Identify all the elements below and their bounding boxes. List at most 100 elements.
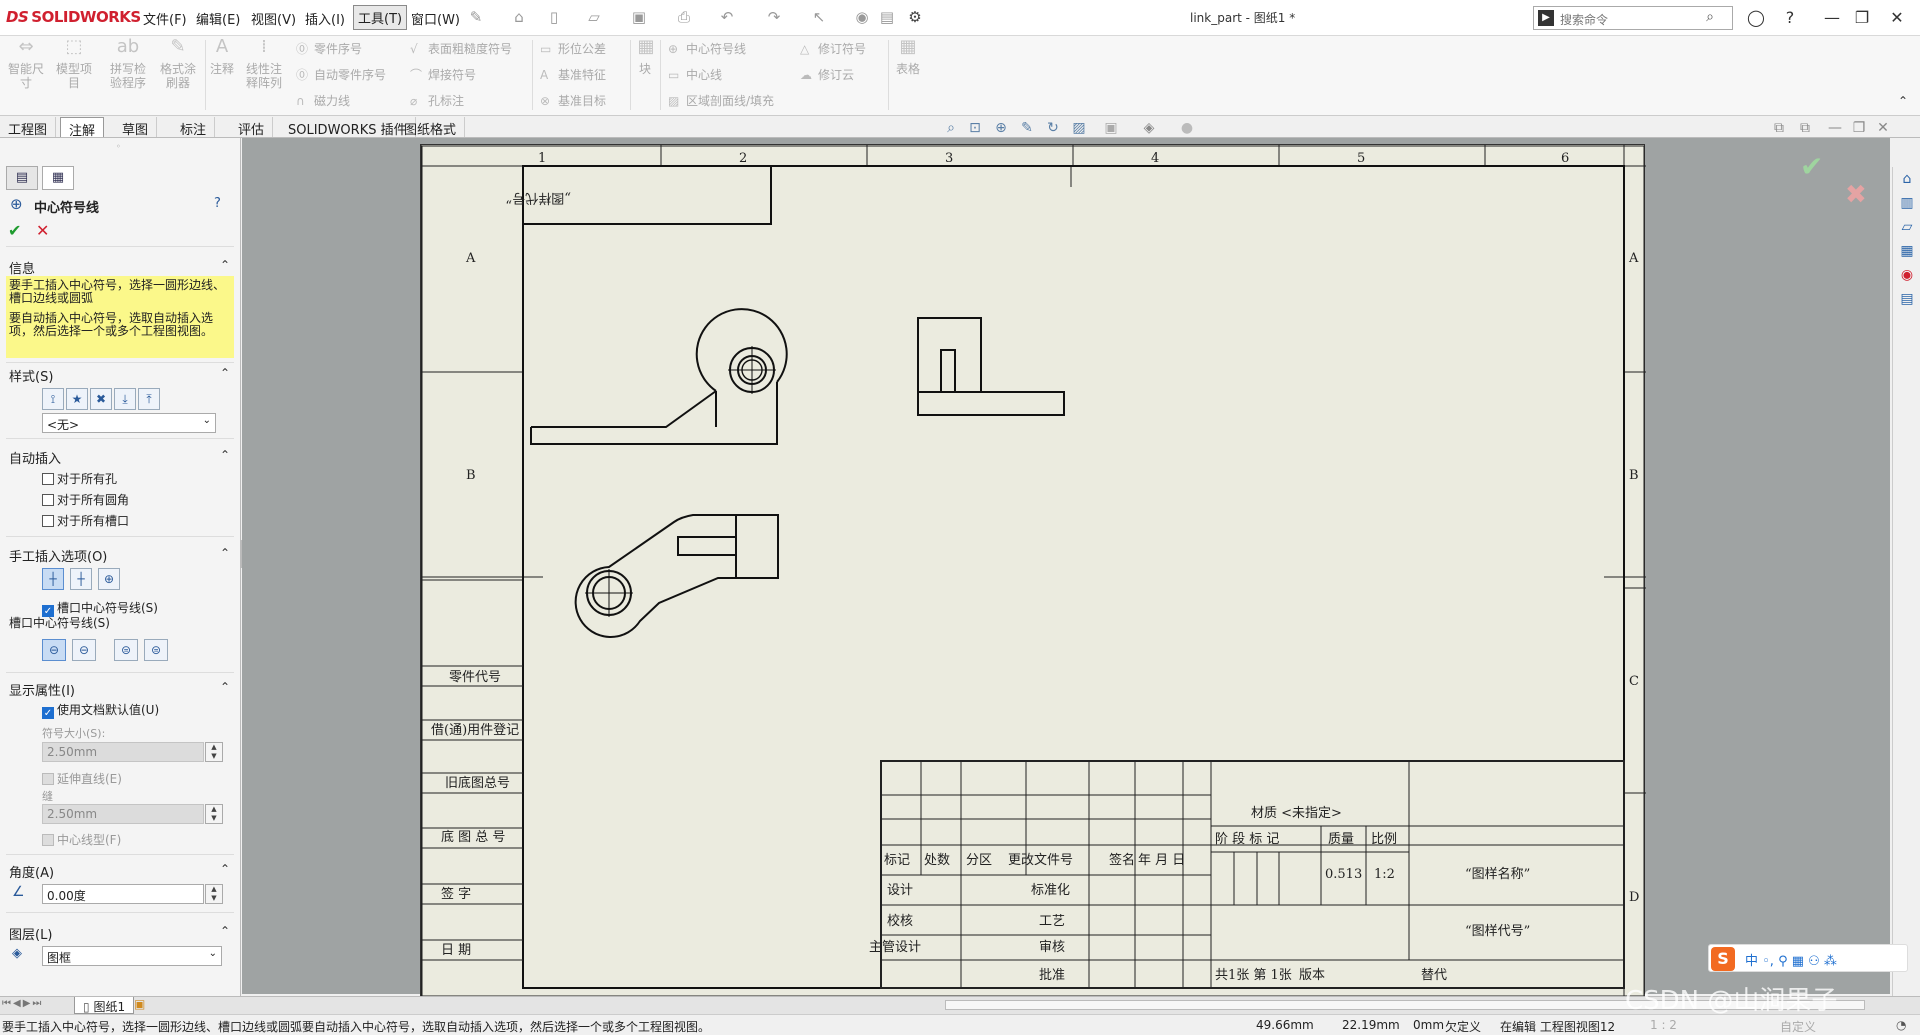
drawing-sheet[interactable]: 1 2 3 4 5 6 A B A B C D „图样代号” 零件代号 借(通)… — [420, 144, 1646, 998]
tab-property-manager[interactable]: ▦ — [42, 166, 74, 190]
menu-file[interactable]: 文件(F) — [143, 9, 187, 28]
hide-show-icon[interactable]: ◈ — [1140, 119, 1158, 137]
mark-size-spinner[interactable]: ▲ ▼ — [205, 742, 223, 762]
pin-icon[interactable]: ✎ — [467, 8, 485, 26]
style-save-icon[interactable]: ⤓ — [114, 388, 136, 410]
doc-minimize-icon[interactable]: — — [1826, 119, 1844, 137]
new-icon[interactable]: ▯ — [545, 8, 563, 26]
file-explorer-icon[interactable]: ▱ — [1897, 217, 1917, 237]
panel-handle[interactable]: ◦ — [116, 142, 121, 151]
style-apply-icon[interactable]: ⟟ — [42, 388, 64, 410]
tab-sketch[interactable]: 草图 — [114, 117, 158, 138]
close-icon[interactable]: ✕ — [1885, 6, 1909, 30]
format-painter-button[interactable]: ✎ 格式涂刷器 — [156, 38, 200, 91]
checkbox-use-doc-defaults[interactable]: ✓ 使用文档默认值(U) — [42, 701, 159, 719]
tab-drawing[interactable]: 工程图 — [0, 117, 57, 138]
mark-size-input[interactable]: 2.50mm — [42, 742, 204, 762]
restore-icon[interactable]: ❐ — [1850, 6, 1874, 30]
doc-restore-icon[interactable]: ❐ — [1850, 119, 1868, 137]
rebuild-icon[interactable]: ◉ — [853, 8, 871, 26]
menu-edit[interactable]: 编辑(E) — [196, 9, 240, 28]
home-resources-icon[interactable]: ⌂ — [1897, 169, 1917, 189]
view-settings-icon[interactable]: ▨ — [1070, 119, 1088, 137]
cancel-button[interactable]: ✕ — [36, 221, 49, 240]
sheet-nav-arrows[interactable]: ⏮◀▶⏭ — [2, 998, 43, 1009]
checkbox-centerline-font[interactable]: 中心线型(F) — [42, 831, 121, 848]
menu-insert[interactable]: 插入(I) — [305, 9, 345, 28]
style-select[interactable]: <无> ⌄ — [42, 413, 216, 433]
style-load-icon[interactable]: ⤒ — [138, 388, 160, 410]
confirm-corner-ok-icon[interactable]: ✔ — [1800, 150, 1823, 183]
angle-collapse-icon[interactable]: ⌃ — [220, 862, 230, 876]
search-input[interactable]: 搜索命令 — [1560, 11, 1608, 28]
info-collapse-icon[interactable]: ⌃ — [220, 258, 230, 272]
zoom-area-icon[interactable]: ⊡ — [966, 119, 984, 137]
auto-balloon-button[interactable]: ⓪ 自动零件序号 — [296, 66, 386, 83]
table-button[interactable]: ▦ 表格 — [894, 38, 922, 77]
centerline-button[interactable]: ▭ 中心线 — [668, 66, 722, 83]
checkbox-all-slots[interactable]: 对于所有槽口 — [42, 512, 129, 529]
auto-insert-collapse-icon[interactable]: ⌃ — [220, 448, 230, 462]
layer-header[interactable]: 图层(L) — [9, 924, 52, 943]
linear-note-pattern-button[interactable]: ⁞ 线性注释阵列 — [242, 38, 286, 91]
undo-icon[interactable]: ↶ — [718, 8, 736, 26]
display-style-icon[interactable]: ▣ — [1102, 119, 1120, 137]
options-icon[interactable]: ⚙ — [906, 8, 924, 26]
tooltip-icon[interactable]: ◔ — [1896, 1018, 1906, 1032]
style-header[interactable]: 样式(S) — [9, 366, 53, 385]
note-button[interactable]: A 注释 — [208, 38, 236, 77]
gap-input[interactable]: 2.50mm — [42, 804, 204, 824]
surface-finish-button[interactable]: √ 表面粗糙度符号 — [410, 40, 512, 57]
search-icon[interactable]: ⌕ — [1706, 9, 1714, 25]
auto-insert-header[interactable]: 自动插入 — [9, 448, 61, 467]
menu-view[interactable]: 视图(V) — [251, 9, 296, 28]
home-icon[interactable]: ⌂ — [510, 8, 528, 26]
geometric-tolerance-button[interactable]: ▭ 形位公差 — [540, 40, 606, 57]
menu-window[interactable]: 窗口(W) — [411, 9, 460, 28]
spell-checker-button[interactable]: ab 拼写检验程序 — [106, 38, 150, 91]
manual-options-header[interactable]: 手工插入选项(O) — [9, 546, 107, 565]
save-icon[interactable]: ▣ — [630, 8, 648, 26]
appearances-icon[interactable]: ◉ — [1897, 265, 1917, 285]
status-scale[interactable]: 1 : 2 — [1650, 1018, 1677, 1032]
hole-callout-button[interactable]: ⌀ 孔标注 — [410, 92, 464, 109]
datum-target-button[interactable]: ⊗ 基准目标 — [540, 92, 606, 109]
tab-annotation[interactable]: 注解 — [60, 117, 105, 139]
area-hatch-button[interactable]: ▨ 区域剖面线/填充 — [668, 92, 774, 109]
revision-symbol-button[interactable]: △ 修订符号 — [800, 40, 866, 57]
appearance-icon[interactable]: ● — [1178, 119, 1196, 137]
collapse-ribbon-icon[interactable]: ⌃ — [1898, 94, 1908, 108]
user-icon[interactable]: ◯ — [1744, 6, 1768, 30]
zoom-fit-icon[interactable]: ⌕ — [942, 119, 960, 137]
style-add-icon[interactable]: ★ — [66, 388, 88, 410]
checkbox-all-fillets[interactable]: 对于所有圆角 — [42, 491, 129, 508]
revision-cloud-button[interactable]: ☁ 修订云 — [800, 66, 854, 83]
center-mark-button[interactable]: ⊕ 中心符号线 — [668, 40, 746, 57]
datum-feature-button[interactable]: A 基准特征 — [540, 66, 606, 83]
checkbox-extend-lines[interactable]: 延伸直线(E) — [42, 770, 122, 787]
circular-center-mark-icon[interactable]: ⊕ — [98, 568, 120, 590]
select-icon[interactable]: ↖ — [810, 8, 828, 26]
add-sheet-icon[interactable]: ▣ — [134, 997, 145, 1011]
info-header[interactable]: 信息 — [9, 258, 35, 277]
tab-feature-tree[interactable]: ▤ — [6, 166, 38, 190]
minimize-icon[interactable]: — — [1820, 6, 1844, 30]
slot-arc-icon[interactable]: ⊜ — [114, 639, 138, 661]
menu-tools[interactable]: 工具(T) — [353, 5, 408, 30]
design-library-icon[interactable]: ▥ — [1897, 193, 1917, 213]
slot-center-icon[interactable]: ⊖ — [72, 639, 96, 661]
display-header[interactable]: 显示属性(I) — [9, 680, 75, 699]
magnetic-line-button[interactable]: ∩ 磁力线 — [296, 92, 350, 109]
redo-icon[interactable]: ↷ — [765, 8, 783, 26]
style-collapse-icon[interactable]: ⌃ — [220, 366, 230, 380]
display-collapse-icon[interactable]: ⌃ — [220, 680, 230, 694]
slot-arc-center-icon[interactable]: ⊜ — [144, 639, 168, 661]
balloon-button[interactable]: ⓪ 零件序号 — [296, 40, 362, 57]
view-palette-icon[interactable]: ▦ — [1897, 241, 1917, 261]
tab-sheet-format[interactable]: 图纸格式 — [396, 117, 466, 138]
search-box[interactable]: ▶ 搜索命令 ⌕ — [1533, 6, 1733, 30]
smart-dimension-button[interactable]: ⇔ 智能尺寸 — [6, 38, 46, 91]
rotate-icon[interactable]: ↻ — [1044, 119, 1062, 137]
zoom-icon[interactable]: ⊕ — [992, 119, 1010, 137]
print-icon[interactable]: ⎙ — [675, 8, 693, 26]
